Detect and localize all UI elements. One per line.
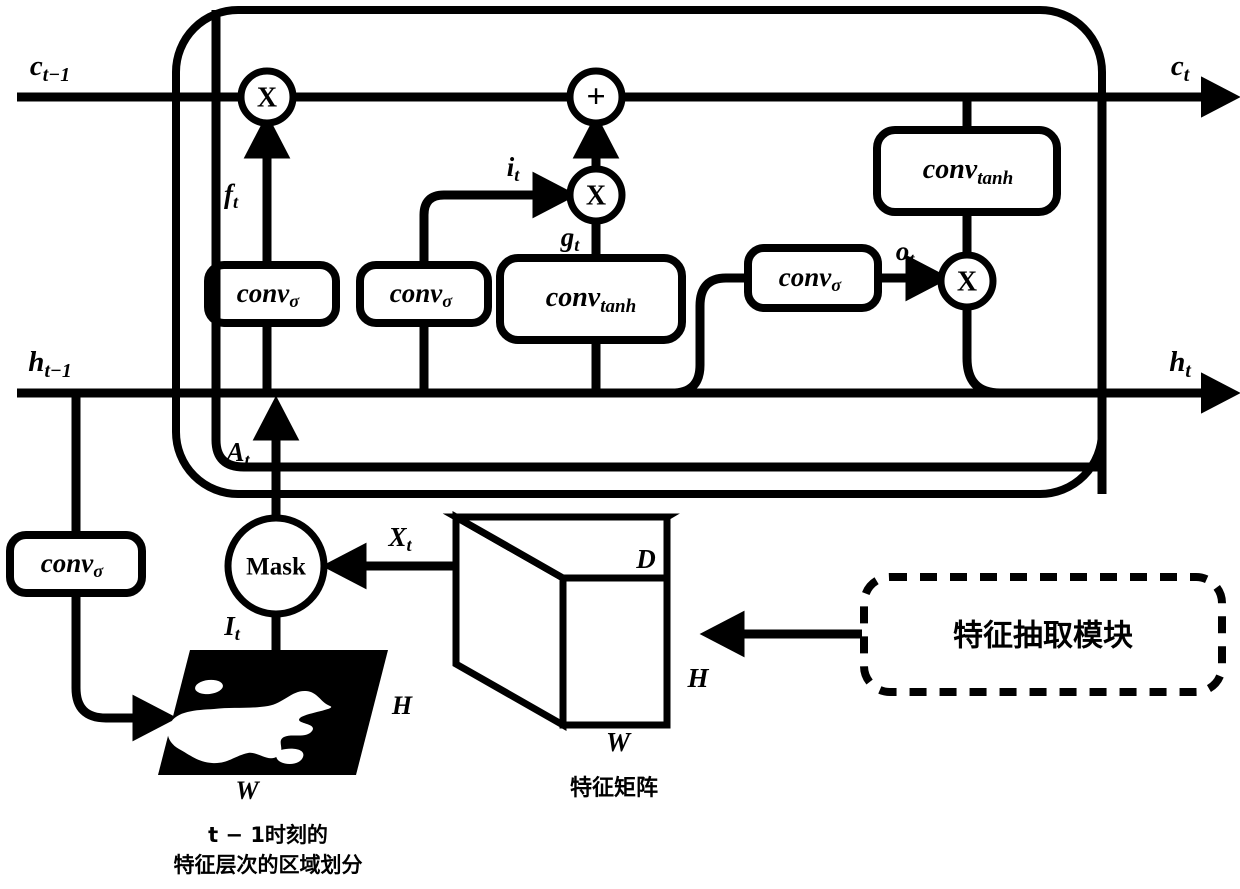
tensor-width-label: W [606, 727, 632, 757]
region-height-label: H [391, 691, 413, 720]
input-signal-label: it [507, 152, 521, 185]
diagram-canvas: convσ X ft convσ it convtanh X gt + conv… [6, 6, 1240, 877]
feature-signal-label: Xt [387, 522, 412, 555]
region-signal-label: It [223, 611, 241, 644]
region-width-label: W [235, 776, 260, 805]
convsigma-mask-to-region-path [71, 593, 178, 742]
multiply-output-symbol: X [957, 267, 977, 298]
hidden-state-in-label: ht−1 [28, 346, 71, 382]
multiply-input-symbol: X [586, 181, 606, 212]
convlstm-diagram: convσ X ft convσ it convtanh X gt + conv… [0, 0, 1240, 889]
cell-state-out-label: ct [1171, 50, 1190, 86]
region-caption-line2: 特征层次的区域划分 [174, 853, 363, 877]
forget-signal-label: ft [224, 179, 239, 212]
hidden-state-out-label: ht [1169, 346, 1191, 382]
tensor-height-label: H [686, 663, 709, 693]
tensor-caption: 特征矩阵 [570, 775, 658, 801]
attention-signal-label: At [224, 437, 250, 470]
cell-state-in-label: ct−1 [30, 50, 70, 86]
candidate-signal-label: gt [560, 222, 581, 255]
multiply-forget-symbol: X [257, 83, 277, 114]
add-symbol: + [586, 79, 605, 116]
feature-extraction-module-label: 特征抽取模块 [953, 619, 1133, 654]
tensor-cube-front-face [559, 574, 671, 729]
region-caption-line1: t − 1时刻的 [208, 823, 328, 847]
output-signal-label: ot [896, 236, 916, 269]
mask-label: Mask [246, 554, 306, 581]
tensor-depth-label: D [635, 544, 656, 574]
output-to-hidden-path [962, 307, 1104, 398]
